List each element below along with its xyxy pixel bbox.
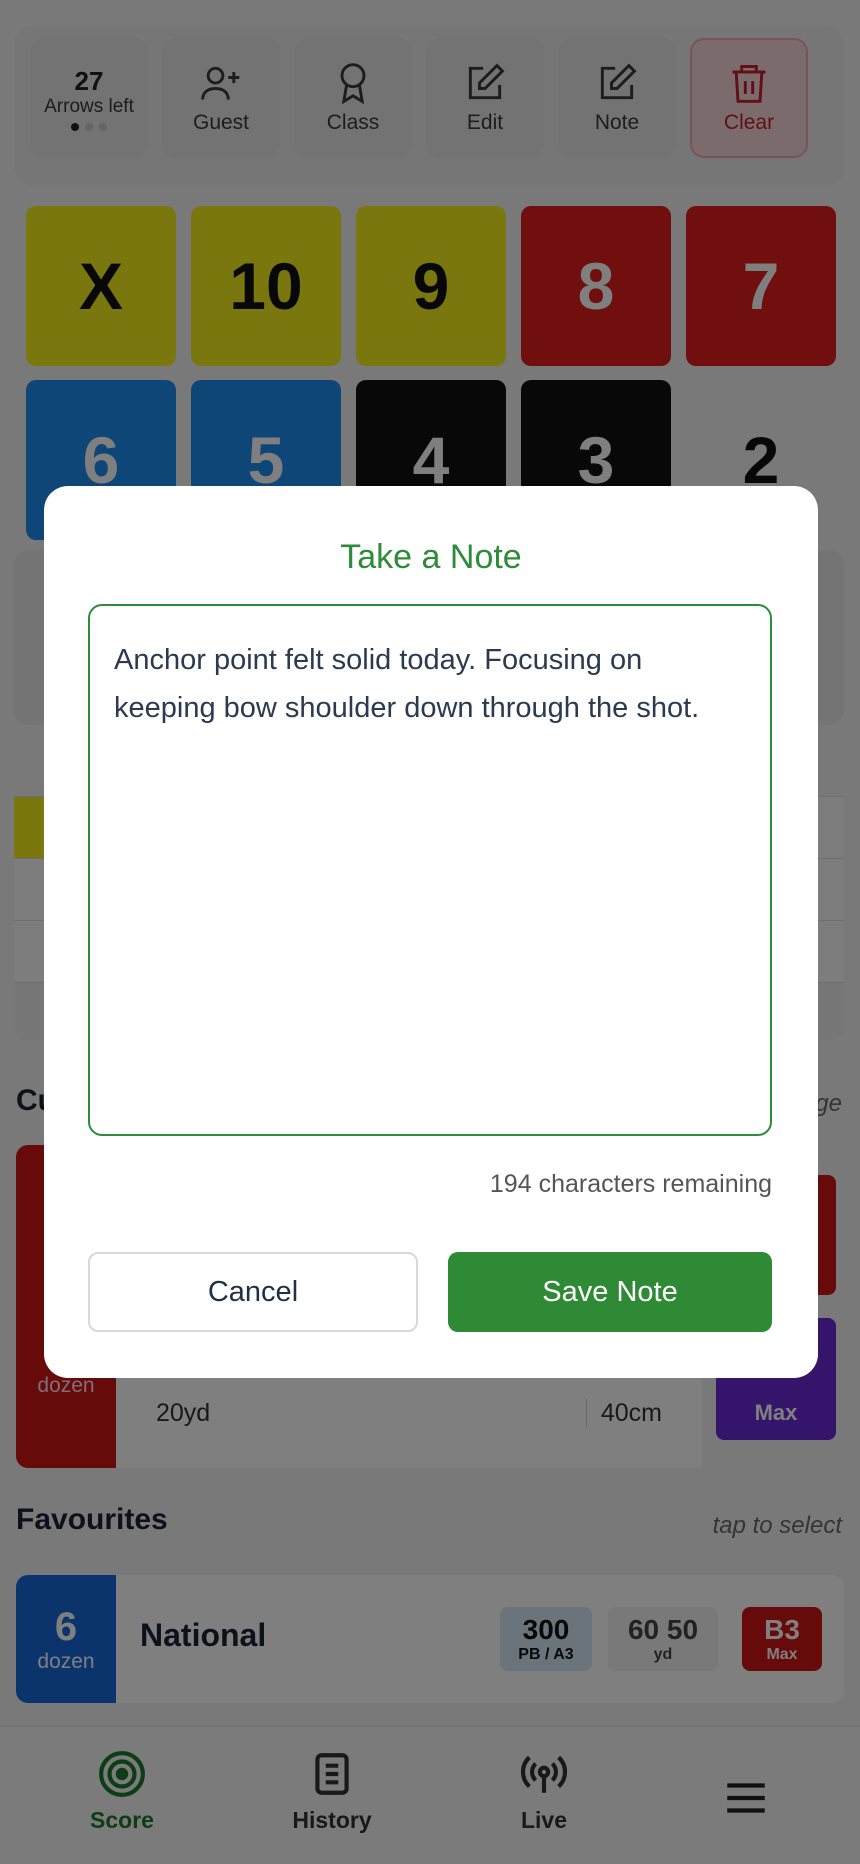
dialog-title: Take a Note [340,538,522,576]
save-note-button[interactable]: Save Note [448,1252,772,1332]
cancel-button[interactable]: Cancel [88,1252,418,1332]
note-dialog: Take a Note Anchor point felt solid toda… [44,486,818,1378]
note-textarea[interactable]: Anchor point felt solid today. Focusing … [88,604,772,1136]
characters-remaining: 194 characters remaining [489,1170,772,1198]
